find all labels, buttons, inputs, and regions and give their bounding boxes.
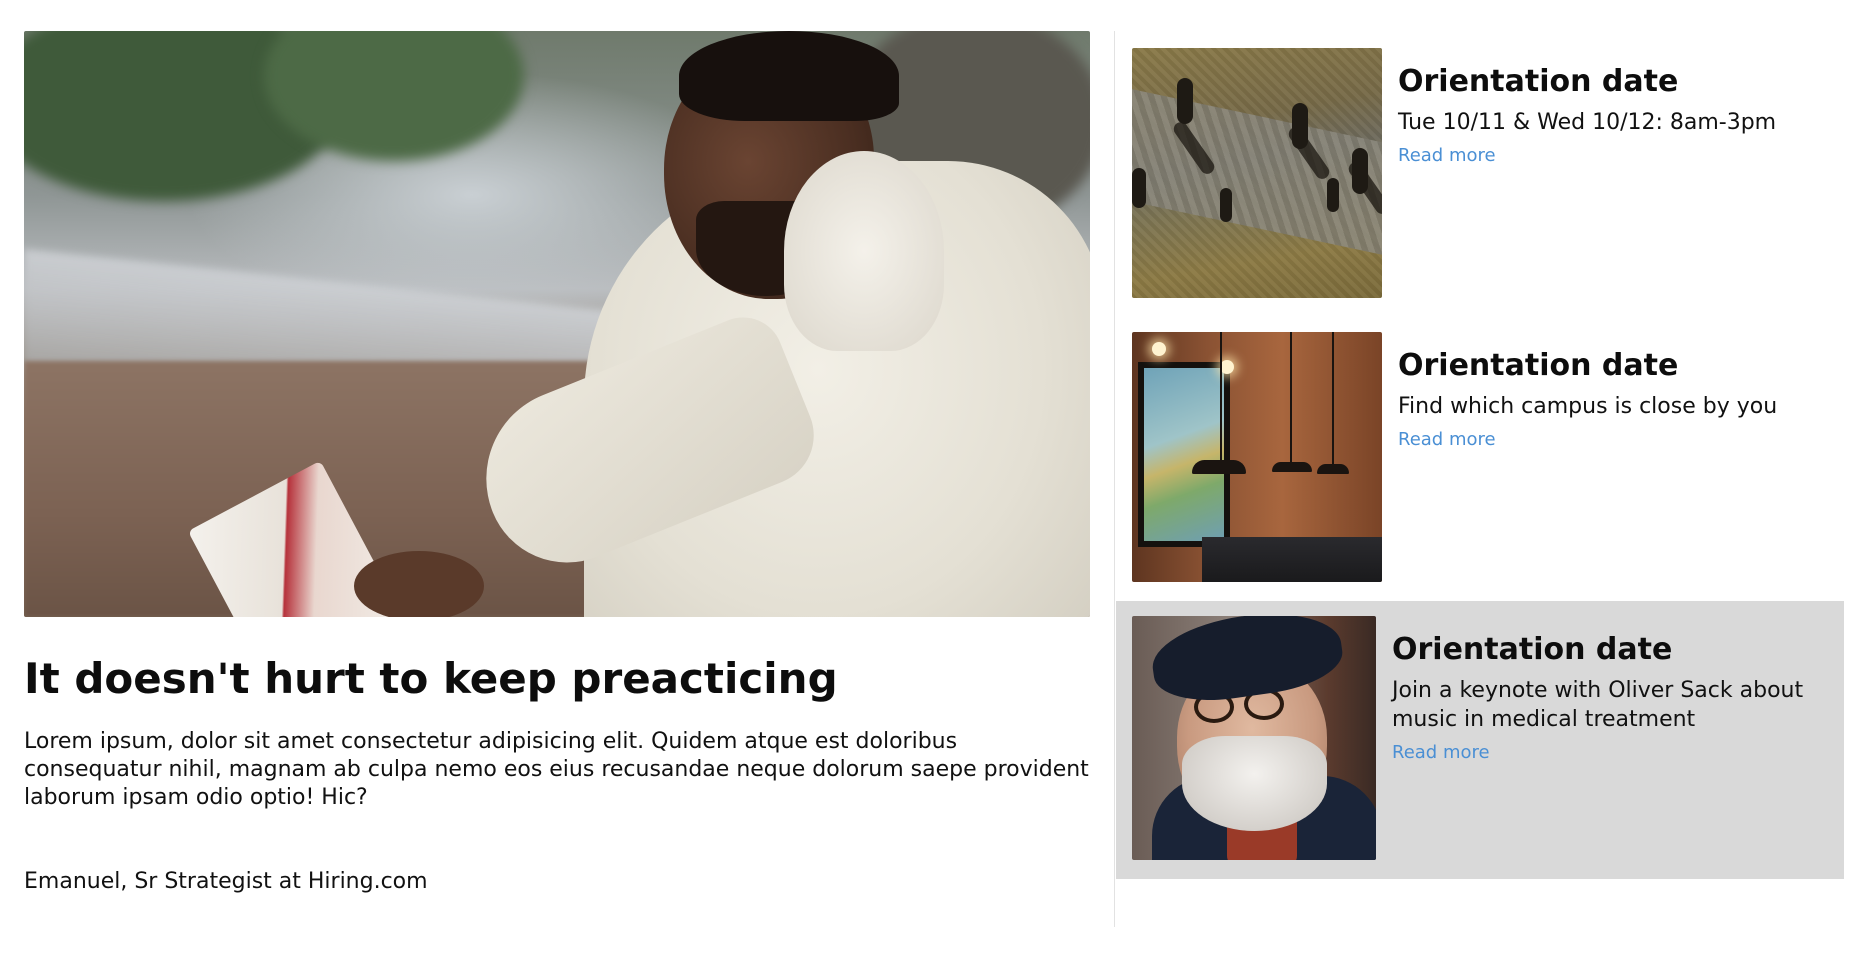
- thumb-table: [1202, 537, 1382, 582]
- thumb-person: [1292, 103, 1308, 149]
- event-title: Orientation date: [1392, 632, 1673, 667]
- event-text: Tue 10/11 & Wed 10/12: 8am-3pm: [1398, 110, 1777, 135]
- read-more-link[interactable]: Read more: [1398, 429, 1496, 450]
- thumb-lamp: [1272, 462, 1312, 472]
- thumb-person: [1220, 188, 1232, 222]
- hero-hair: [679, 31, 899, 121]
- event-card-body: Orientation date Tue 10/11 & Wed 10/12: …: [1398, 48, 1776, 166]
- featured-article: It doesn't hurt to keep preacticing Lore…: [24, 31, 1090, 896]
- thumb-lamp-wire: [1332, 332, 1334, 464]
- read-more-link[interactable]: Read more: [1392, 742, 1490, 763]
- event-thumbnail: [1132, 332, 1382, 582]
- event-card: Orientation date Tue 10/11 & Wed 10/12: …: [1116, 33, 1844, 298]
- event-card-body: Orientation date Join a keynote with Oli…: [1392, 616, 1822, 763]
- event-text: Join a keynote with Oliver Sack about mu…: [1392, 678, 1804, 732]
- column-divider: [1114, 31, 1115, 927]
- thumb-lamp-wire: [1220, 332, 1222, 460]
- thumb-lamp: [1317, 464, 1349, 474]
- page: It doesn't hurt to keep preacticing Lore…: [0, 0, 1852, 954]
- thumb-path: [1132, 83, 1382, 263]
- event-card: Orientation date Find which campus is cl…: [1116, 317, 1844, 582]
- thumb-light: [1152, 342, 1166, 356]
- thumb-person: [1327, 178, 1339, 212]
- thumb-lamp: [1192, 460, 1246, 474]
- thumb-beret: [1147, 616, 1347, 709]
- event-text: Find which campus is close by you: [1398, 394, 1778, 419]
- event-card-body: Orientation date Find which campus is cl…: [1398, 332, 1777, 450]
- event-thumbnail: [1132, 616, 1376, 860]
- thumb-person: [1132, 168, 1146, 208]
- hero-collar: [784, 151, 944, 351]
- event-title: Orientation date: [1398, 348, 1679, 383]
- thumb-beard: [1182, 736, 1327, 831]
- thumb-person: [1352, 148, 1368, 194]
- featured-title: It doesn't hurt to keep preacticing: [24, 654, 838, 703]
- thumb-person: [1177, 78, 1193, 124]
- event-card-highlighted[interactable]: Orientation date Join a keynote with Oli…: [1116, 601, 1844, 879]
- thumb-light: [1220, 360, 1234, 374]
- thumb-wall-map: [1138, 362, 1230, 547]
- thumb-lamp-wire: [1290, 332, 1292, 462]
- featured-author: Emanuel, Sr Strategist at Hiring.com: [24, 869, 428, 895]
- event-thumbnail: [1132, 48, 1382, 298]
- hero-hand: [354, 551, 484, 617]
- event-title: Orientation date: [1398, 64, 1679, 99]
- read-more-link[interactable]: Read more: [1398, 145, 1496, 166]
- featured-description: Lorem ipsum, dolor sit amet consectetur …: [24, 729, 1089, 811]
- featured-image: [24, 31, 1090, 617]
